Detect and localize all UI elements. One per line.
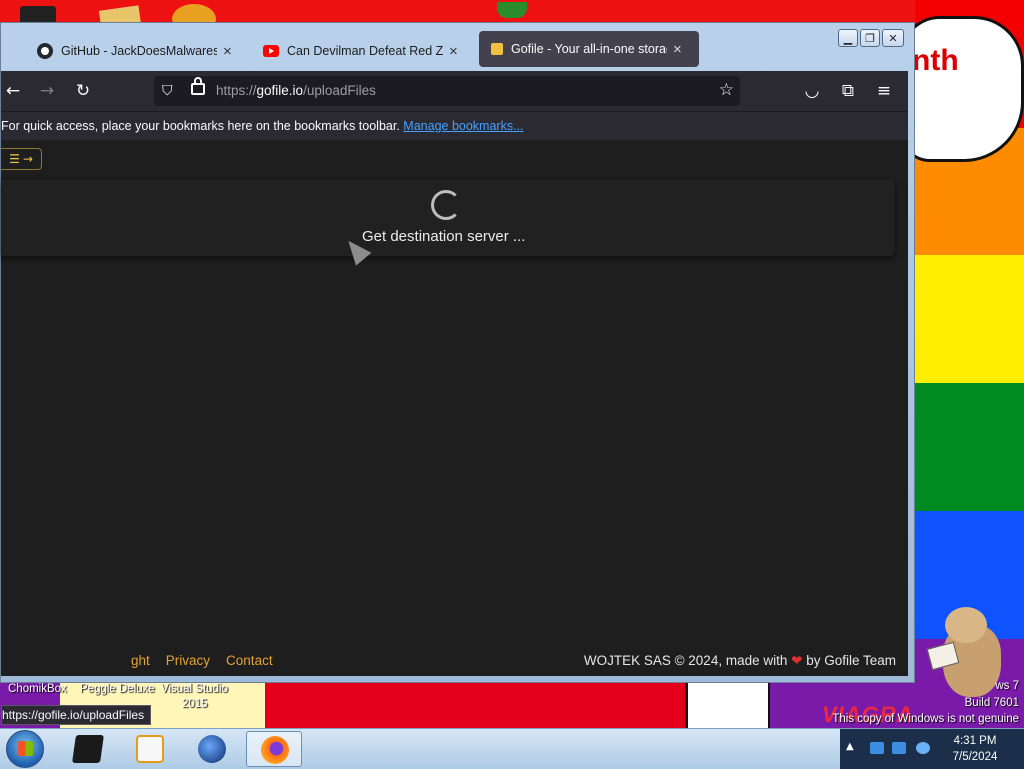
wallpaper-art bbox=[497, 2, 527, 18]
desktop-icon-visual-studio[interactable]: Visual Studio bbox=[161, 683, 228, 695]
gofile-icon bbox=[491, 43, 503, 55]
url-text[interactable]: https://gofile.io/uploadFiles bbox=[216, 83, 376, 98]
shield-icon[interactable]: ⛉ bbox=[162, 82, 173, 99]
url-host: gofile.io bbox=[256, 83, 304, 98]
browser-frame: ← → ↻ ⛉ https://gofile.io/uploadFiles ☆ … bbox=[1, 71, 908, 725]
tab-title: Gofile - Your all-in-one storage bbox=[511, 42, 667, 56]
rainbow-stripe-yellow bbox=[915, 255, 1024, 383]
arrow-right-icon: → bbox=[22, 152, 33, 166]
window-controls: ▁ ❐ ✕ bbox=[838, 29, 904, 47]
start-button[interactable] bbox=[6, 730, 44, 768]
tab-gofile[interactable]: Gofile - Your all-in-one storage × bbox=[479, 31, 699, 67]
tab-title: Can Devilman Defeat Red Zone bbox=[287, 44, 443, 58]
hamburger-icon: ☰ bbox=[9, 152, 20, 166]
footer-link-privacy[interactable]: Privacy bbox=[166, 653, 210, 668]
firefox-icon bbox=[261, 736, 289, 764]
nav-toolbar: ← → ↻ ⛉ https://gofile.io/uploadFiles ☆ … bbox=[1, 71, 908, 111]
tab-youtube[interactable]: Can Devilman Defeat Red Zone × bbox=[251, 33, 473, 69]
extensions-icon[interactable]: ⧉ bbox=[836, 79, 860, 103]
upload-status-card: Get destination server ... bbox=[1, 180, 895, 256]
desktop-icon-peggle[interactable]: Peggle Deluxe bbox=[80, 683, 155, 695]
manage-bookmarks-link[interactable]: Manage bookmarks... bbox=[403, 119, 523, 133]
clock[interactable]: 4:31 PM 7/5/2024 bbox=[940, 733, 1010, 765]
reload-icon[interactable]: ↻ bbox=[71, 79, 95, 103]
clock-date: 7/5/2024 bbox=[952, 751, 998, 763]
loading-spinner-icon bbox=[431, 190, 461, 220]
windows-build: Build 7601 bbox=[964, 697, 1019, 709]
tray-shield-icon[interactable] bbox=[870, 742, 884, 754]
clock-time: 4:31 PM bbox=[953, 735, 997, 747]
app-black-icon bbox=[72, 735, 104, 763]
tab-close-icon[interactable]: × bbox=[449, 43, 458, 60]
tab-close-icon[interactable]: × bbox=[673, 41, 682, 58]
bookmarks-message: For quick access, place your bookmarks h… bbox=[1, 119, 400, 133]
footer-links: ght Privacy Contact bbox=[131, 653, 273, 668]
speech-cloud bbox=[900, 16, 1024, 162]
bookmark-star-icon[interactable]: ☆ bbox=[719, 80, 734, 100]
firefox-window: ▁ ❐ ✕ GitHub - JackDoesMalwares/Gu × Can… bbox=[0, 22, 915, 725]
close-window-button[interactable]: ✕ bbox=[882, 29, 904, 47]
media-player-icon bbox=[136, 735, 164, 763]
globe-icon bbox=[198, 735, 226, 763]
taskbar-app-firefox[interactable] bbox=[246, 731, 302, 767]
taskbar-app-black[interactable] bbox=[60, 731, 116, 767]
url-bar[interactable]: ⛉ https://gofile.io/uploadFiles ☆ bbox=[154, 76, 740, 106]
taskbar-app-media[interactable] bbox=[122, 731, 178, 767]
minimize-button[interactable]: ▁ bbox=[838, 29, 858, 47]
footer-link-contact[interactable]: Contact bbox=[226, 653, 273, 668]
windows-version: ws 7 bbox=[995, 680, 1019, 692]
cloud-text: nth bbox=[912, 44, 959, 77]
desktop-icon-chomikbox[interactable]: ChomikBox bbox=[8, 683, 67, 695]
tab-strip: GitHub - JackDoesMalwares/Gu × Can Devil… bbox=[1, 29, 834, 69]
github-icon bbox=[37, 43, 53, 59]
copyright-suffix: by Gofile Team bbox=[806, 653, 896, 668]
tray-expand-icon[interactable]: ▲ bbox=[846, 741, 854, 752]
page-footer: ght Privacy Contact WOJTEK SAS © 2024, m… bbox=[1, 647, 908, 676]
tab-close-icon[interactable]: × bbox=[223, 43, 232, 60]
desktop-icon-visual-studio-year: 2015 bbox=[182, 698, 208, 710]
pocket-icon[interactable]: ◡ bbox=[800, 79, 824, 103]
menu-icon[interactable]: ≡ bbox=[872, 79, 896, 103]
footer-copyright: WOJTEK SAS © 2024, made with ❤ by Gofile… bbox=[584, 653, 896, 669]
system-tray: ▲ 4:31 PM 7/5/2024 bbox=[840, 729, 1024, 769]
status-link-tooltip: https://gofile.io/uploadFiles bbox=[1, 705, 152, 725]
taskbar: ▲ 4:31 PM 7/5/2024 bbox=[0, 728, 1024, 769]
heart-icon: ❤ bbox=[791, 653, 803, 668]
tray-network-icon[interactable] bbox=[892, 742, 906, 754]
sidebar-toggle-button[interactable]: ☰ → bbox=[1, 148, 42, 170]
rainbow-stripe-green bbox=[915, 383, 1024, 511]
upload-status-text: Get destination server ... bbox=[362, 228, 526, 245]
page-content: ☰ → Get destination server ... ght Privac… bbox=[1, 140, 908, 676]
back-icon[interactable]: ← bbox=[1, 79, 25, 103]
taskbar-app-globe[interactable] bbox=[184, 731, 240, 767]
tab-github[interactable]: GitHub - JackDoesMalwares/Gu × bbox=[25, 33, 247, 69]
lock-icon[interactable] bbox=[191, 77, 205, 95]
youtube-icon bbox=[263, 45, 279, 57]
tray-volume-icon[interactable] bbox=[916, 742, 930, 754]
forward-icon[interactable]: → bbox=[35, 79, 59, 103]
copyright-prefix: WOJTEK SAS © 2024, made with bbox=[583, 653, 788, 668]
bookmarks-toolbar: For quick access, place your bookmarks h… bbox=[1, 111, 908, 140]
footer-link-copyright[interactable]: ght bbox=[131, 653, 150, 668]
windows-genuine-notice: This copy of Windows is not genuine bbox=[832, 713, 1019, 725]
url-path: /uploadFiles bbox=[303, 83, 376, 98]
tab-title: GitHub - JackDoesMalwares/Gu bbox=[61, 44, 217, 58]
url-protocol: https:// bbox=[216, 83, 257, 98]
maximize-button[interactable]: ❐ bbox=[860, 29, 880, 47]
